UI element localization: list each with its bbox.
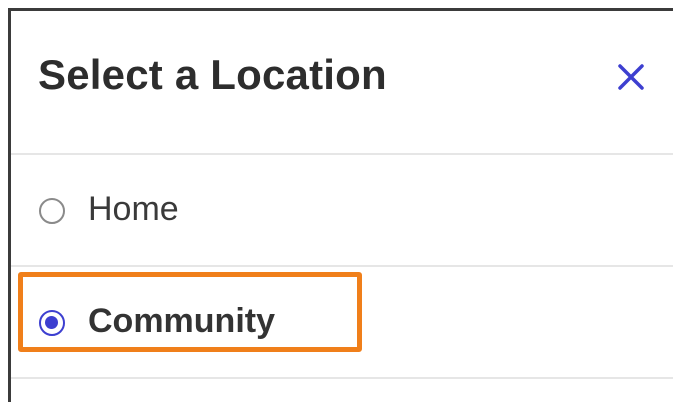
home-radio[interactable]	[39, 198, 65, 224]
community-label: Community	[88, 302, 275, 340]
close-icon	[618, 64, 644, 90]
dialog-title: Select a Location	[38, 51, 387, 98]
location-option-community[interactable]: Community	[11, 267, 673, 379]
select-location-dialog: Select a Location Home Community	[8, 8, 673, 402]
location-option-home[interactable]: Home	[11, 155, 673, 267]
home-label: Home	[88, 190, 179, 228]
close-button[interactable]	[611, 57, 651, 97]
community-radio[interactable]	[39, 310, 65, 336]
dialog-header: Select a Location	[11, 11, 673, 155]
